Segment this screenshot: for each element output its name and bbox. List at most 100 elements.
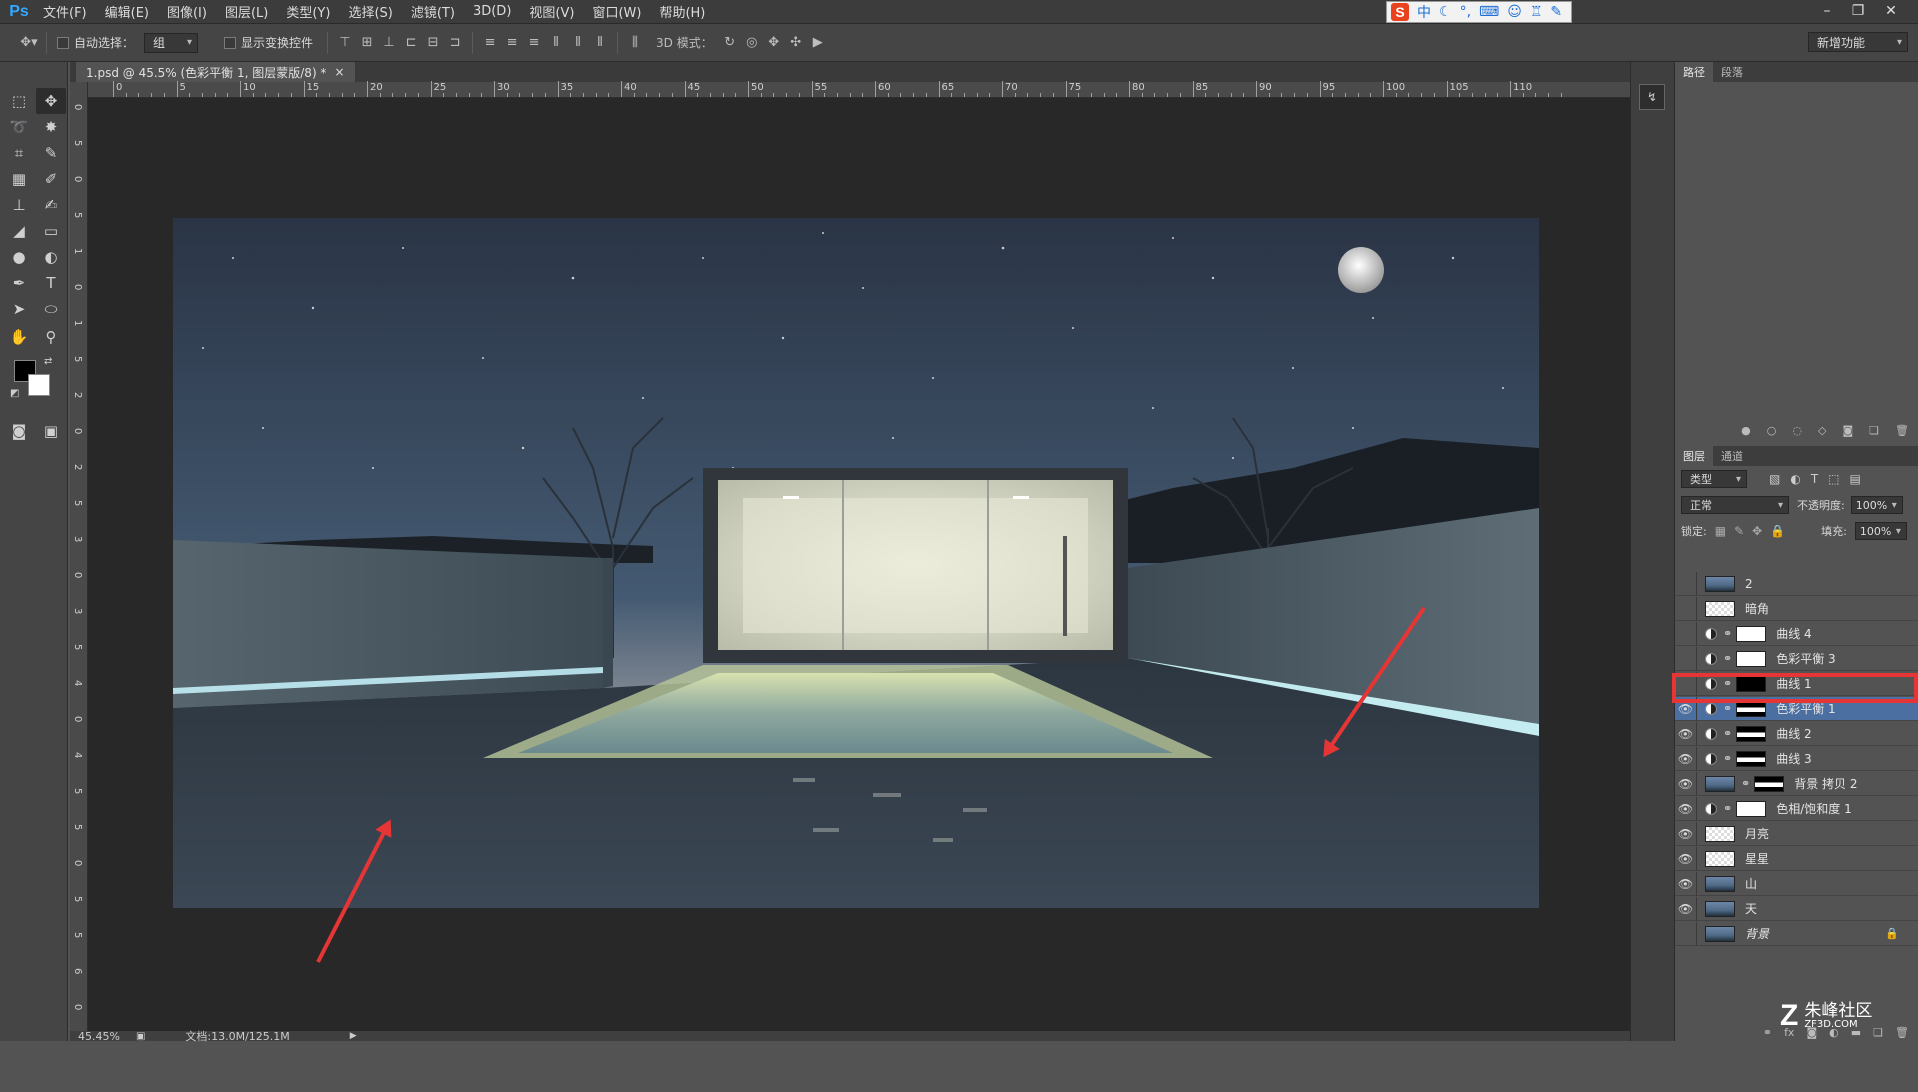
menu-image[interactable]: 图像(I) [158, 2, 216, 21]
align-right-icon[interactable]: ⊐ [444, 32, 466, 54]
blend-mode-select[interactable]: 正常 [1681, 496, 1789, 514]
tab-paths[interactable]: 路径 [1675, 62, 1713, 82]
layer-mask-thumbnail[interactable] [1736, 650, 1767, 667]
brush-tool-icon[interactable]: ✐ [36, 166, 66, 192]
layer-thumbnail[interactable] [1705, 875, 1735, 892]
lock-all-icon[interactable]: 🔒 [1770, 524, 1785, 538]
document-canvas[interactable] [173, 218, 1539, 908]
visibility-toggle[interactable] [1675, 621, 1697, 646]
moon-icon[interactable]: ☾ [1439, 4, 1452, 20]
layer-row[interactable]: 👁 月亮 [1675, 821, 1918, 846]
user-icon[interactable]: ☺ [1507, 4, 1522, 20]
lock-transparent-icon[interactable]: ▦ [1715, 524, 1726, 538]
healing-brush-tool-icon[interactable]: ▦ [4, 166, 34, 192]
eye-icon[interactable]: 👁 [1675, 871, 1697, 896]
layer-mask-thumbnail[interactable] [1736, 800, 1767, 817]
3d-slide-icon[interactable]: ✣ [785, 32, 807, 54]
layer-thumbnail[interactable] [1705, 575, 1735, 592]
filter-adjust-icon[interactable]: ◐ [1790, 472, 1800, 486]
filter-pixel-icon[interactable]: ▧ [1769, 472, 1780, 486]
minimize-icon[interactable]: – [1812, 0, 1842, 22]
link-layers-icon[interactable]: ⚭ [1763, 1026, 1772, 1039]
layer-row[interactable]: 👁 ⚭ 曲线 2 [1675, 721, 1918, 746]
zoom-tool-icon[interactable]: ⚲ [36, 324, 66, 350]
eye-icon[interactable]: 👁 [1675, 821, 1697, 846]
mask-link-icon[interactable]: ⚭ [1723, 702, 1732, 715]
distribute-hcenter-icon[interactable]: ⦀ [567, 32, 589, 54]
history-brush-tool-icon[interactable]: ✍ [36, 192, 66, 218]
lock-position-icon[interactable]: ✥ [1752, 524, 1762, 538]
tab-layers[interactable]: 图层 [1675, 446, 1713, 466]
3d-orbit-icon[interactable]: ↻ [719, 32, 741, 54]
layer-row[interactable]: 背景 🔒 [1675, 921, 1918, 946]
clone-stamp-tool-icon[interactable]: ⊥ [4, 192, 34, 218]
filter-smart-icon[interactable]: ▤ [1850, 472, 1861, 486]
layer-thumbnail[interactable] [1705, 825, 1735, 842]
distribute-right-icon[interactable]: ⦀ [589, 32, 611, 54]
type-tool-icon[interactable]: T [36, 270, 66, 296]
ime-toolbar[interactable]: S 中 ☾ °, ⌨ ☺ ♖ ✎ [1386, 1, 1572, 23]
align-top-icon[interactable]: ⊤ [334, 32, 356, 54]
auto-select-target-select[interactable]: 组 [144, 32, 199, 53]
layer-row[interactable]: 👁 星星 [1675, 846, 1918, 871]
menu-view[interactable]: 视图(V) [520, 2, 583, 21]
opacity-input[interactable]: 100% [1850, 496, 1903, 514]
swap-colors-icon[interactable]: ⇄ [44, 356, 52, 367]
layer-row[interactable]: 👁 山 [1675, 871, 1918, 896]
pen-tool-icon[interactable]: ✒ [4, 270, 34, 296]
move-tool-icon[interactable]: ✥ [36, 88, 66, 114]
punctuation-icon[interactable]: °, [1460, 4, 1471, 20]
layer-mask-thumbnail[interactable] [1754, 775, 1785, 792]
close-tab-icon[interactable]: × [334, 65, 344, 79]
distribute-bottom-icon[interactable]: ≡ [523, 32, 545, 54]
layer-thumbnail[interactable] [1705, 925, 1735, 942]
filter-shape-icon[interactable]: ⬚ [1828, 472, 1839, 486]
align-bottom-icon[interactable]: ⊥ [378, 32, 400, 54]
mask-link-icon[interactable]: ⚭ [1723, 627, 1732, 640]
path-selection-tool-icon[interactable]: ➤ [4, 296, 34, 322]
3d-roll-icon[interactable]: ◎ [741, 32, 763, 54]
eye-icon[interactable]: 👁 [1675, 721, 1697, 746]
mask-link-icon[interactable]: ⚭ [1723, 652, 1732, 665]
layer-row[interactable]: ⚭ 曲线 4 [1675, 621, 1918, 646]
mask-link-icon[interactable]: ⚭ [1723, 802, 1732, 815]
3d-pan-icon[interactable]: ✥ [763, 32, 785, 54]
distribute-top-icon[interactable]: ≡ [479, 32, 501, 54]
eyedropper-tool-icon[interactable]: ✎ [36, 140, 66, 166]
menu-layer[interactable]: 图层(L) [216, 2, 277, 21]
lock-pixels-icon[interactable]: ✎ [1734, 524, 1744, 538]
default-colors-icon[interactable]: ◩ [10, 388, 19, 399]
layer-row[interactable]: 👁 ⚭ 背景 拷贝 2 [1675, 771, 1918, 796]
layer-row[interactable]: 2 [1675, 571, 1918, 596]
stroke-path-icon[interactable]: ○ [1767, 424, 1777, 440]
eye-icon[interactable]: 👁 [1675, 896, 1697, 921]
layer-row[interactable]: 👁 天 [1675, 896, 1918, 921]
auto-align-icon[interactable]: ⫼ [624, 32, 646, 54]
make-work-path-icon[interactable]: ◇ [1818, 424, 1826, 440]
visibility-toggle[interactable] [1675, 571, 1697, 596]
menu-3d[interactable]: 3D(D) [464, 4, 520, 19]
layer-thumbnail[interactable] [1705, 775, 1735, 792]
layer-mask-thumbnail[interactable] [1736, 625, 1767, 642]
distribute-vcenter-icon[interactable]: ≡ [501, 32, 523, 54]
visibility-toggle[interactable] [1675, 921, 1697, 946]
layer-row[interactable]: ⚭ 色彩平衡 3 [1675, 646, 1918, 671]
eye-icon[interactable]: 👁 [1675, 846, 1697, 871]
workspace-select[interactable]: 新增功能 [1808, 32, 1908, 52]
menu-edit[interactable]: 编辑(E) [96, 2, 158, 21]
background-color-swatch[interactable] [28, 374, 50, 396]
marquee-tool-icon[interactable]: ⬚ [4, 88, 34, 114]
filter-type-icon[interactable]: T [1811, 472, 1818, 486]
menu-filter[interactable]: 滤镜(T) [402, 2, 464, 21]
shirt-icon[interactable]: ♖ [1530, 4, 1543, 20]
horizontal-ruler[interactable]: 0 5 10 15 20 25 30 35 40 45 50 55 60 65 70 75 80 85 90 95 10… [88, 81, 1630, 98]
layer-row[interactable]: 👁 ⚭ 曲线 3 [1675, 746, 1918, 771]
3d-scale-icon[interactable]: ▶ [807, 32, 829, 54]
dodge-tool-icon[interactable]: ◐ [36, 244, 66, 270]
wrench-icon[interactable]: ✎ [1550, 4, 1562, 20]
eye-icon[interactable]: 👁 [1675, 796, 1697, 821]
delete-path-icon[interactable]: 🗑 [1895, 424, 1909, 440]
layer-mask-thumbnail[interactable] [1736, 750, 1767, 767]
new-path-icon[interactable]: ❏ [1869, 424, 1879, 440]
layer-row[interactable]: 暗角 [1675, 596, 1918, 621]
